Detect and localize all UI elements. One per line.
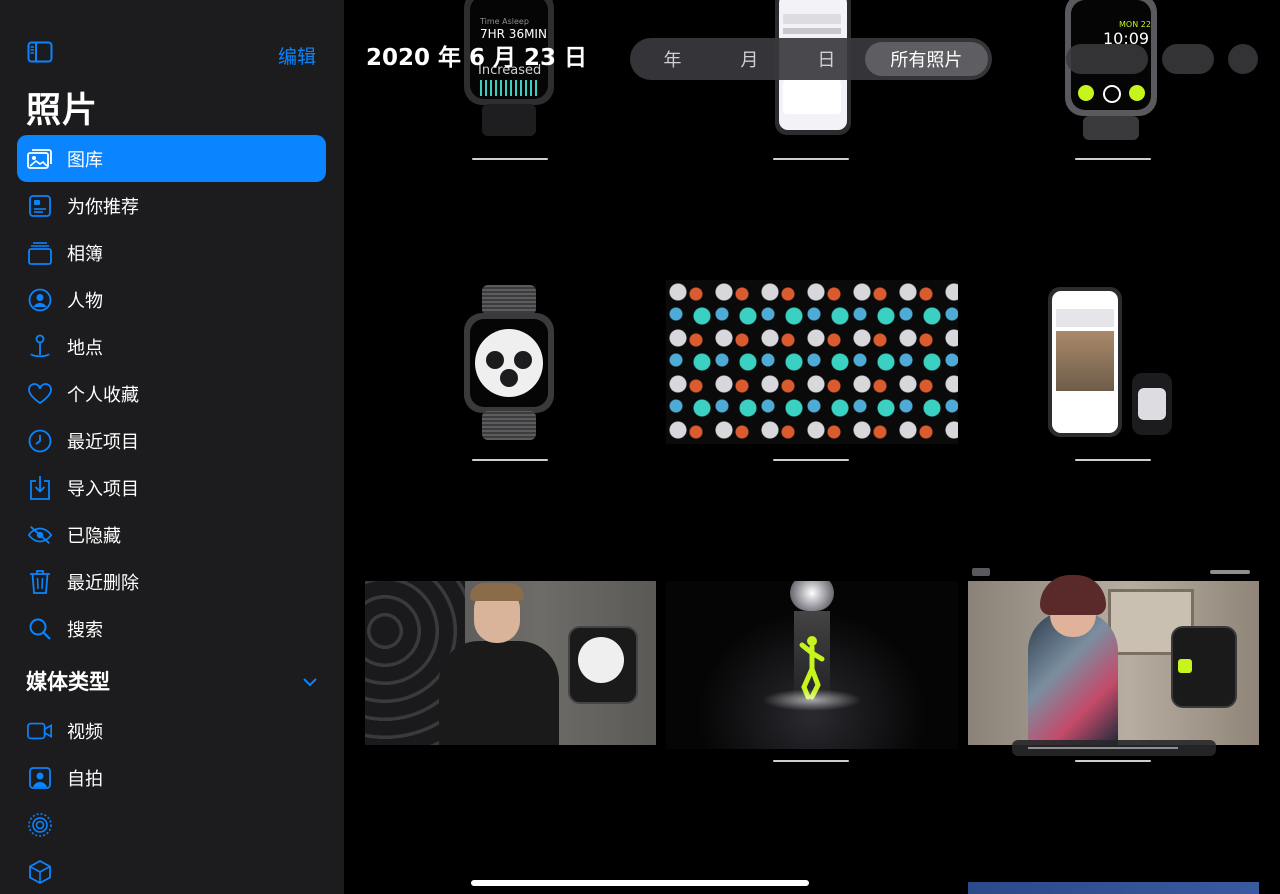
selfie-icon	[27, 765, 53, 791]
eye-slash-icon	[27, 522, 53, 548]
home-indicator[interactable]	[471, 880, 809, 886]
section-title: 媒体类型	[26, 670, 110, 694]
media-types-section-header[interactable]: 媒体类型	[26, 666, 318, 696]
sidebar-item-albums[interactable]: 相簿	[17, 229, 326, 276]
segment-month[interactable]: 月	[711, 42, 788, 76]
sidebar-item-recently-deleted[interactable]: 最近删除	[17, 558, 326, 605]
view-segmented-control[interactable]: 年 月 日 所有照片	[630, 38, 992, 80]
select-button[interactable]	[1066, 44, 1148, 74]
import-icon	[27, 475, 53, 501]
edit-button[interactable]: 编辑	[278, 42, 316, 69]
photo-library-grid: Time Asleep 7HR 36MIN Increased MON 22 1…	[344, 0, 1280, 894]
nike-watch-photo[interactable]: MON 22 10:09	[1056, 0, 1166, 150]
segment-year[interactable]: 年	[634, 42, 711, 76]
places-icon	[27, 334, 53, 360]
sidebar-nav: 图库 为你推荐 相簿 人物 地点 个人收藏 最近项目 导入项目 已隐藏 最近删除…	[17, 135, 326, 652]
more-button[interactable]	[1228, 44, 1258, 74]
sidebar-item-label: 导入项目	[67, 478, 139, 500]
sidebar-item-selfies[interactable]: 自拍	[17, 754, 326, 801]
sidebar-item-label: 图库	[67, 149, 103, 171]
sidebar-item-label: 已隐藏	[67, 525, 121, 547]
sidebar-item-label: 地点	[67, 337, 103, 359]
sidebar-item-label: 最近删除	[67, 572, 139, 594]
sidebar-title: 照片	[26, 91, 99, 131]
sidebar-item-people[interactable]: 人物	[17, 276, 326, 323]
sidebar-item-live-photos[interactable]	[17, 801, 326, 848]
sidebar-item-hidden[interactable]: 已隐藏	[17, 511, 326, 558]
trash-icon	[27, 569, 53, 595]
sleep-watch-photo[interactable]: Time Asleep 7HR 36MIN Increased	[454, 0, 564, 150]
for-you-icon	[27, 193, 53, 219]
watch-day-label: MON 22	[1119, 20, 1151, 29]
video-icon	[27, 718, 53, 744]
sidebar-item-library[interactable]: 图库	[17, 135, 326, 182]
people-icon	[27, 287, 53, 313]
sidebar-item-label: 相簿	[67, 243, 103, 265]
cube-icon	[27, 859, 53, 885]
photo-library-icon	[27, 146, 53, 172]
dance-workout-photo[interactable]	[666, 581, 958, 749]
sidebar-item-label: 视频	[67, 721, 103, 743]
sidebar-item-imports[interactable]: 导入项目	[17, 464, 326, 511]
next-row-photo[interactable]	[968, 882, 1259, 894]
date-title: 2020 年 6 月 23 日	[366, 45, 588, 71]
presenter-video-photo[interactable]	[365, 581, 656, 745]
search-icon	[27, 616, 53, 642]
sleep-time-asleep-label: Time Asleep	[480, 17, 529, 26]
albums-icon	[27, 240, 53, 266]
functional-training-video-photo[interactable]	[968, 562, 1259, 762]
segment-day[interactable]: 日	[788, 42, 865, 76]
sidebar-toggle-icon[interactable]	[27, 41, 53, 63]
sidebar-item-label: 个人收藏	[67, 384, 139, 406]
sidebar-item-label: 为你推荐	[67, 196, 139, 218]
chronograph-watch-photo[interactable]	[454, 285, 564, 440]
sidebar: 编辑 照片 图库 为你推荐 相簿 人物 地点 个人收藏 最近项目 导入项目 已隐…	[0, 0, 344, 894]
sidebar-item-search[interactable]: 搜索	[17, 605, 326, 652]
chevron-down-icon	[302, 672, 318, 691]
sidebar-item-places[interactable]: 地点	[17, 323, 326, 370]
sidebar-item-label: 搜索	[67, 619, 103, 641]
live-photos-icon	[27, 812, 53, 838]
clock-icon	[27, 428, 53, 454]
sidebar-item-favorites[interactable]: 个人收藏	[17, 370, 326, 417]
sidebar-item-label: 人物	[67, 290, 103, 312]
sidebar-item-label: 最近项目	[67, 431, 139, 453]
watch-faces-grid-photo[interactable]	[666, 280, 958, 444]
sidebar-item-recents[interactable]: 最近项目	[17, 417, 326, 464]
segment-all-photos[interactable]: 所有照片	[864, 42, 988, 76]
media-types-nav: 视频 自拍	[17, 707, 326, 894]
sidebar-item-label: 自拍	[67, 768, 103, 790]
iphone-watch-app-photo[interactable]	[1044, 285, 1184, 440]
sidebar-item-for-you[interactable]: 为你推荐	[17, 182, 326, 229]
heart-icon	[27, 381, 53, 407]
ellipsis-button[interactable]	[1162, 44, 1214, 74]
sidebar-item-videos[interactable]: 视频	[17, 707, 326, 754]
sidebar-item-3d[interactable]	[17, 848, 326, 894]
